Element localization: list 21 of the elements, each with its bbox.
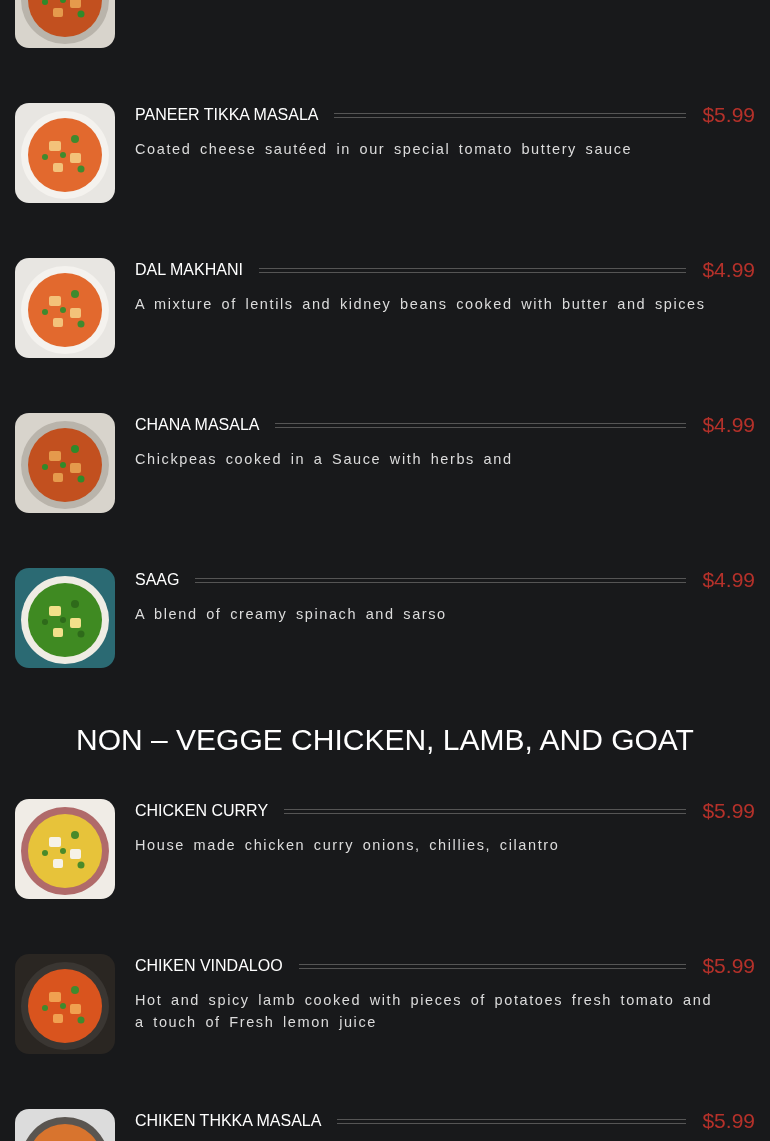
dish-price: $5.99 <box>702 953 755 980</box>
dish-name: PANEER TIKKA MASALA <box>135 105 319 125</box>
dish-description: A blend of creamy spinach and sarso <box>135 605 448 624</box>
dish-description: Coated cheese sautéed in our special tomato buttery sauce <box>135 140 634 159</box>
dish-price: $4.99 <box>702 257 755 284</box>
dish-price: $4.99 <box>702 567 755 594</box>
dish-price: $5.99 <box>702 1108 755 1135</box>
dish-name: SAAG <box>135 570 180 590</box>
dish-description: Chickpeas cooked in a Sauce with herbs and <box>135 450 514 469</box>
section-heading: NON – VEGGE CHICKEN, LAMB, AND GOAT <box>75 723 695 757</box>
dish-name: DAL MAKHANI <box>135 260 243 280</box>
dish-name: CHIKEN THKKA MASALA <box>135 1111 322 1131</box>
dish-name: CHICKEN CURRY <box>135 801 269 821</box>
dish-description: A mixture of lentils and kidney beans cooked with butter and spices <box>135 295 707 314</box>
dish-price: $4.99 <box>702 412 755 439</box>
dish-name: CHIKEN VINDALOO <box>135 956 283 976</box>
dish-name: CHANA MASALA <box>135 415 260 435</box>
dish-price: $5.99 <box>702 102 755 129</box>
dish-price: $5.99 <box>702 798 755 825</box>
dish-description: House made chicken curry onions, chillies, cilantro <box>135 836 561 855</box>
dish-description: Hot and spicy lamb cooked with pieces of potatoes fresh tomato and a touch of Fresh lemon juice <box>135 991 714 1032</box>
